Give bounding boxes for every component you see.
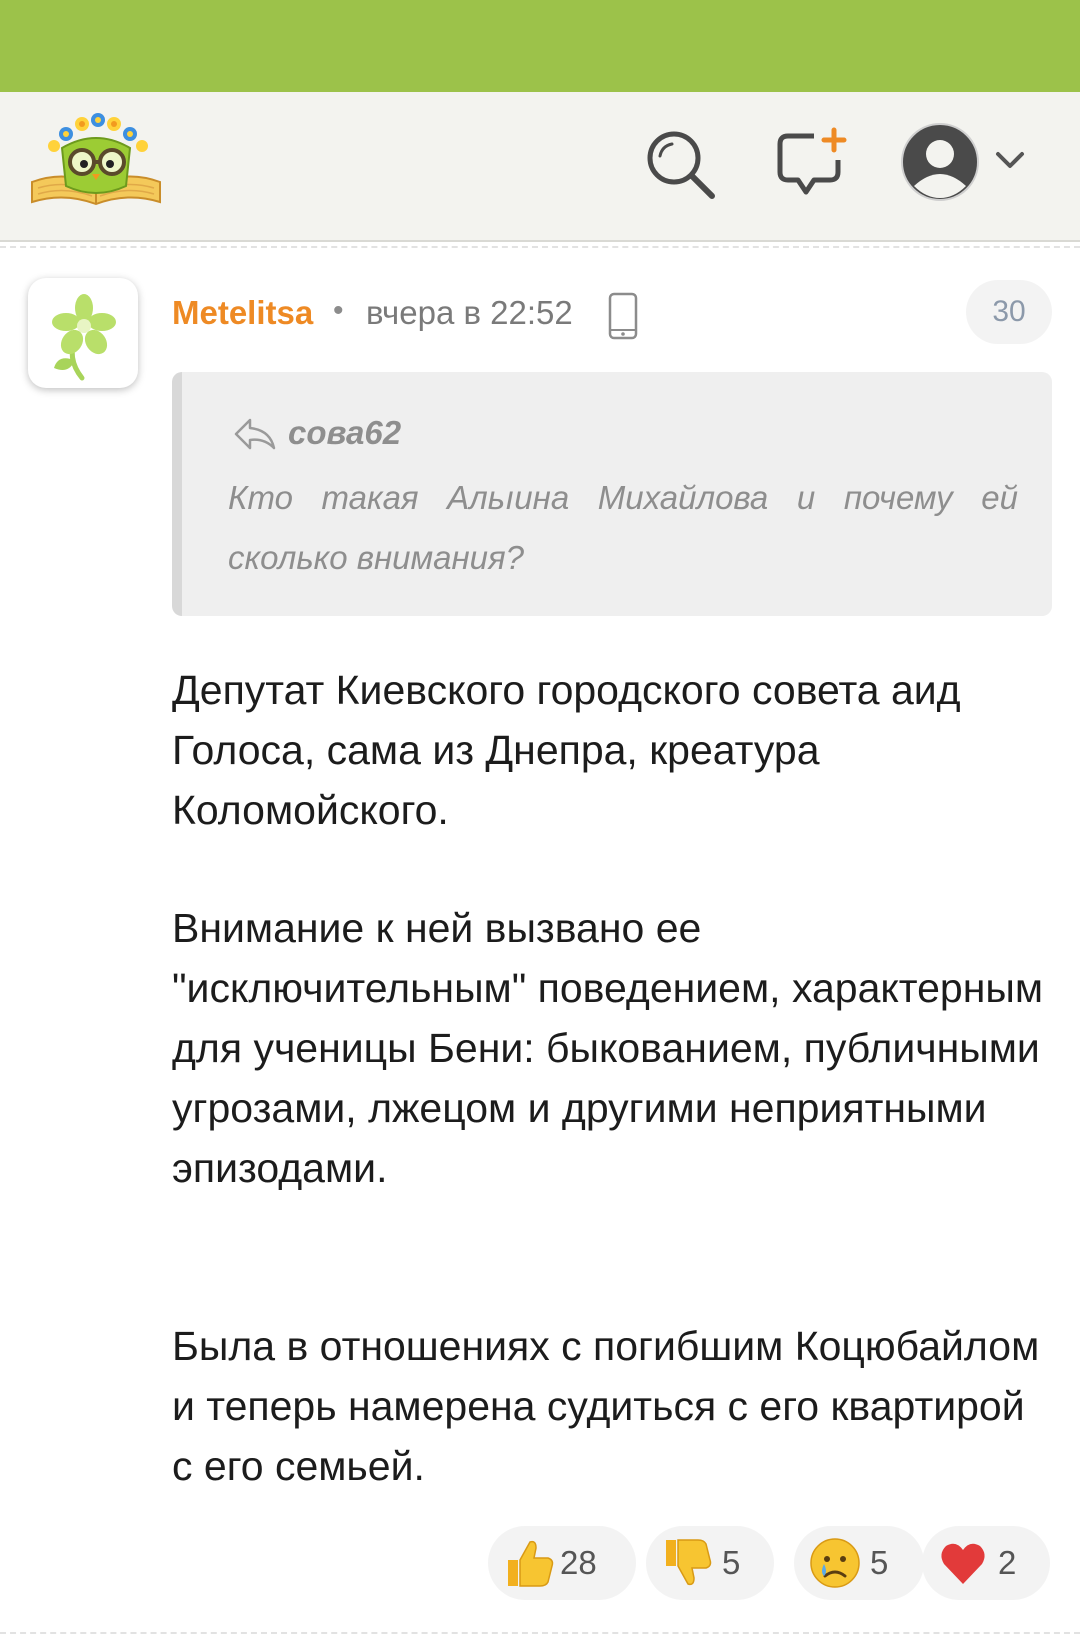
reaction-sad-button[interactable]: 5 (794, 1526, 924, 1600)
comment-paragraph: Внимание к ней вызвано ее "исключительны… (172, 905, 1044, 1191)
quote-text: Кто такая Альıина Михайлова и почему ей … (228, 479, 1018, 576)
heart-icon (941, 1543, 985, 1584)
reaction-heart-button[interactable]: 2 (922, 1526, 1050, 1600)
comment-paragraph: Депутат Киевского городского совета аид … (172, 667, 961, 833)
quoted-reply: сова62 Кто такая Альıина Михайлова и поч… (172, 372, 1052, 616)
meta-separator: • (333, 294, 344, 327)
user-avatar-icon[interactable] (900, 122, 980, 202)
comment-author[interactable]: Metelitsa (172, 294, 313, 332)
comment-divider (0, 1632, 1080, 1634)
thumbs-up-icon (508, 1540, 554, 1587)
flower-avatar-icon (52, 294, 116, 381)
comment-number-badge[interactable]: 30 (966, 280, 1052, 344)
comment-timestamp: вчера в 22:52 (366, 294, 573, 331)
reply-arrow-icon (234, 418, 276, 450)
quote-author[interactable]: сова62 (288, 414, 401, 452)
mobile-phone-icon (608, 292, 638, 340)
owl-books-logo-icon[interactable] (28, 110, 164, 210)
comment-paragraph: Была в отношениях с погибшим Коцюбайлом … (172, 1323, 1040, 1489)
header-divider (0, 246, 1080, 248)
crying-face-icon (810, 1538, 860, 1588)
chevron-down-icon[interactable] (990, 146, 1030, 176)
status-bar (0, 0, 1080, 92)
thumbs-down-icon (666, 1539, 712, 1586)
reaction-count: 5 (870, 1544, 889, 1581)
reaction-count: 5 (722, 1544, 741, 1581)
search-icon[interactable] (642, 126, 718, 202)
new-message-icon[interactable] (774, 126, 850, 202)
reaction-dislike-button[interactable]: 5 (646, 1526, 774, 1600)
reaction-count: 2 (998, 1544, 1017, 1581)
reaction-like-button[interactable]: 28 (488, 1526, 636, 1600)
author-avatar[interactable] (28, 278, 138, 388)
reaction-count: 28 (560, 1544, 597, 1581)
